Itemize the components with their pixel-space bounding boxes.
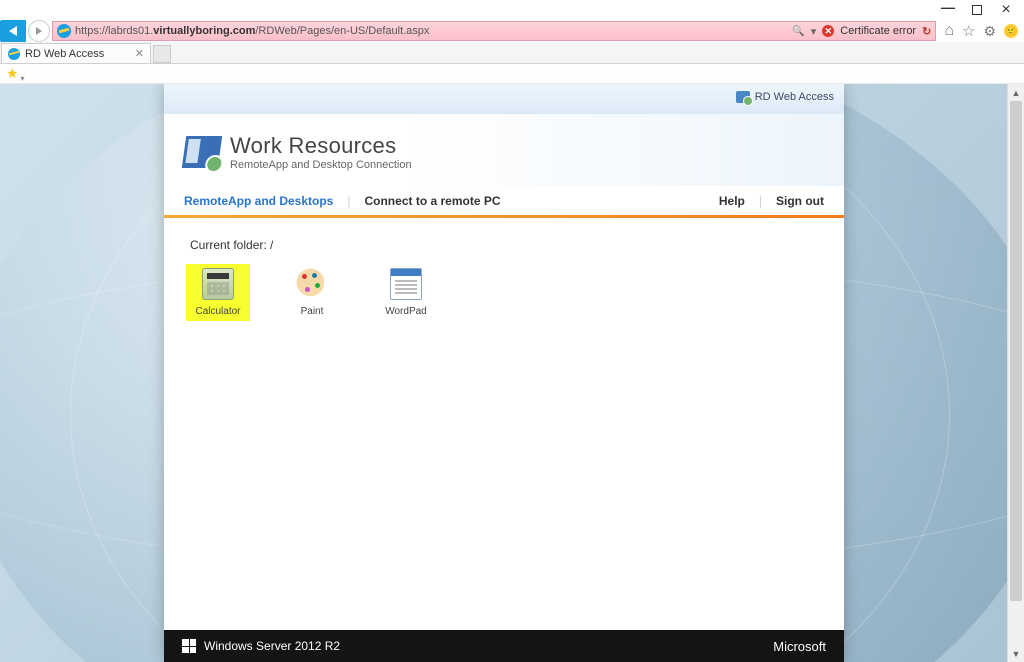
app-label: Calculator (188, 306, 248, 317)
current-folder-label: Current folder: / (190, 238, 822, 252)
home-icon[interactable] (944, 22, 954, 40)
cert-error-icon[interactable]: ✕ (822, 25, 834, 37)
favorites-bar: ★ (0, 64, 1024, 84)
tab-close-icon[interactable]: ✕ (135, 47, 144, 60)
tab-strip: RD Web Access ✕ (0, 42, 1024, 64)
footer-brand-label: Microsoft (773, 639, 826, 654)
app-label: WordPad (376, 306, 436, 317)
nav-forward-button[interactable] (28, 20, 50, 42)
vertical-scrollbar[interactable]: ▲ ▼ (1007, 84, 1024, 662)
browser-navbar: https://labrds01.virtuallyboring.com/RDW… (0, 20, 1024, 42)
scroll-thumb[interactable] (1010, 101, 1022, 601)
search-dropdown-icon[interactable] (811, 25, 817, 38)
menu-separator: | (759, 194, 762, 208)
header-text: Work Resources RemoteApp and Desktop Con… (230, 133, 412, 171)
panel-topbar: RD Web Access (164, 84, 844, 114)
browser-toolbar-icons: 🙂 (938, 22, 1024, 40)
scroll-down-button[interactable]: ▼ (1008, 645, 1024, 662)
tab-title: RD Web Access (25, 48, 104, 60)
menu-separator: | (347, 194, 350, 208)
url-scheme: https:// (75, 25, 108, 37)
footer-os-label: Windows Server 2012 R2 (204, 639, 340, 653)
work-resources-logo-icon (182, 136, 222, 168)
address-bar[interactable]: https://labrds01.virtuallyboring.com/RDW… (52, 21, 936, 41)
app-calculator[interactable]: Calculator (186, 264, 250, 321)
app-label: Paint (282, 306, 342, 317)
main-panel: RD Web Access Work Resources RemoteApp a… (164, 84, 844, 662)
link-help[interactable]: Help (719, 194, 745, 208)
wordpad-icon (390, 268, 422, 300)
page-title: Work Resources (230, 133, 412, 159)
content-area: Current folder: / Calculator Paint WordP… (164, 218, 844, 341)
cert-error-label[interactable]: Certificate error (840, 25, 916, 37)
url-host-pre: labrds01. (108, 25, 153, 37)
rd-badge-icon (736, 91, 750, 103)
url-host: virtuallyboring.com (153, 25, 255, 37)
nav-back-button[interactable] (0, 20, 26, 42)
page-header: Work Resources RemoteApp and Desktop Con… (164, 114, 844, 186)
app-wordpad[interactable]: WordPad (374, 264, 438, 321)
tab-remoteapp[interactable]: RemoteApp and Desktops (184, 194, 333, 208)
calculator-icon (202, 268, 234, 300)
refresh-icon[interactable] (922, 25, 931, 38)
panel-footer: Windows Server 2012 R2 Microsoft (164, 630, 844, 662)
page-subtitle: RemoteApp and Desktop Connection (230, 159, 412, 171)
link-signout[interactable]: Sign out (776, 194, 824, 208)
menu-bar: RemoteApp and Desktops | Connect to a re… (164, 186, 844, 218)
app-list: Calculator Paint WordPad (186, 264, 822, 321)
window-controls: × (930, 0, 1024, 20)
ie-icon (57, 24, 71, 38)
favorites-icon[interactable] (962, 22, 975, 40)
add-favorite-icon[interactable]: ★ (6, 65, 19, 82)
url-path: /RDWeb/Pages/en-US/Default.aspx (255, 25, 429, 37)
feedback-icon[interactable]: 🙂 (1004, 24, 1018, 38)
scroll-up-button[interactable]: ▲ (1008, 84, 1024, 101)
search-icon[interactable] (792, 25, 804, 37)
rd-badge-label: RD Web Access (755, 91, 834, 103)
page-viewport: RD Web Access Work Resources RemoteApp a… (0, 84, 1007, 662)
tab-rd-web-access[interactable]: RD Web Access ✕ (1, 43, 151, 63)
window-close-button[interactable]: × (1000, 4, 1012, 16)
paint-icon (296, 268, 328, 300)
windows-logo-icon (182, 639, 196, 653)
url-text: https://labrds01.virtuallyboring.com/RDW… (75, 25, 792, 37)
new-tab-button[interactable] (153, 45, 171, 63)
window-maximize-button[interactable] (972, 5, 982, 15)
tab-favicon-icon (8, 48, 20, 60)
window-minimize-button[interactable] (942, 4, 954, 16)
app-paint[interactable]: Paint (280, 264, 344, 321)
tab-connect[interactable]: Connect to a remote PC (364, 194, 500, 208)
tools-icon[interactable] (983, 23, 996, 40)
rd-web-access-badge: RD Web Access (736, 91, 834, 103)
